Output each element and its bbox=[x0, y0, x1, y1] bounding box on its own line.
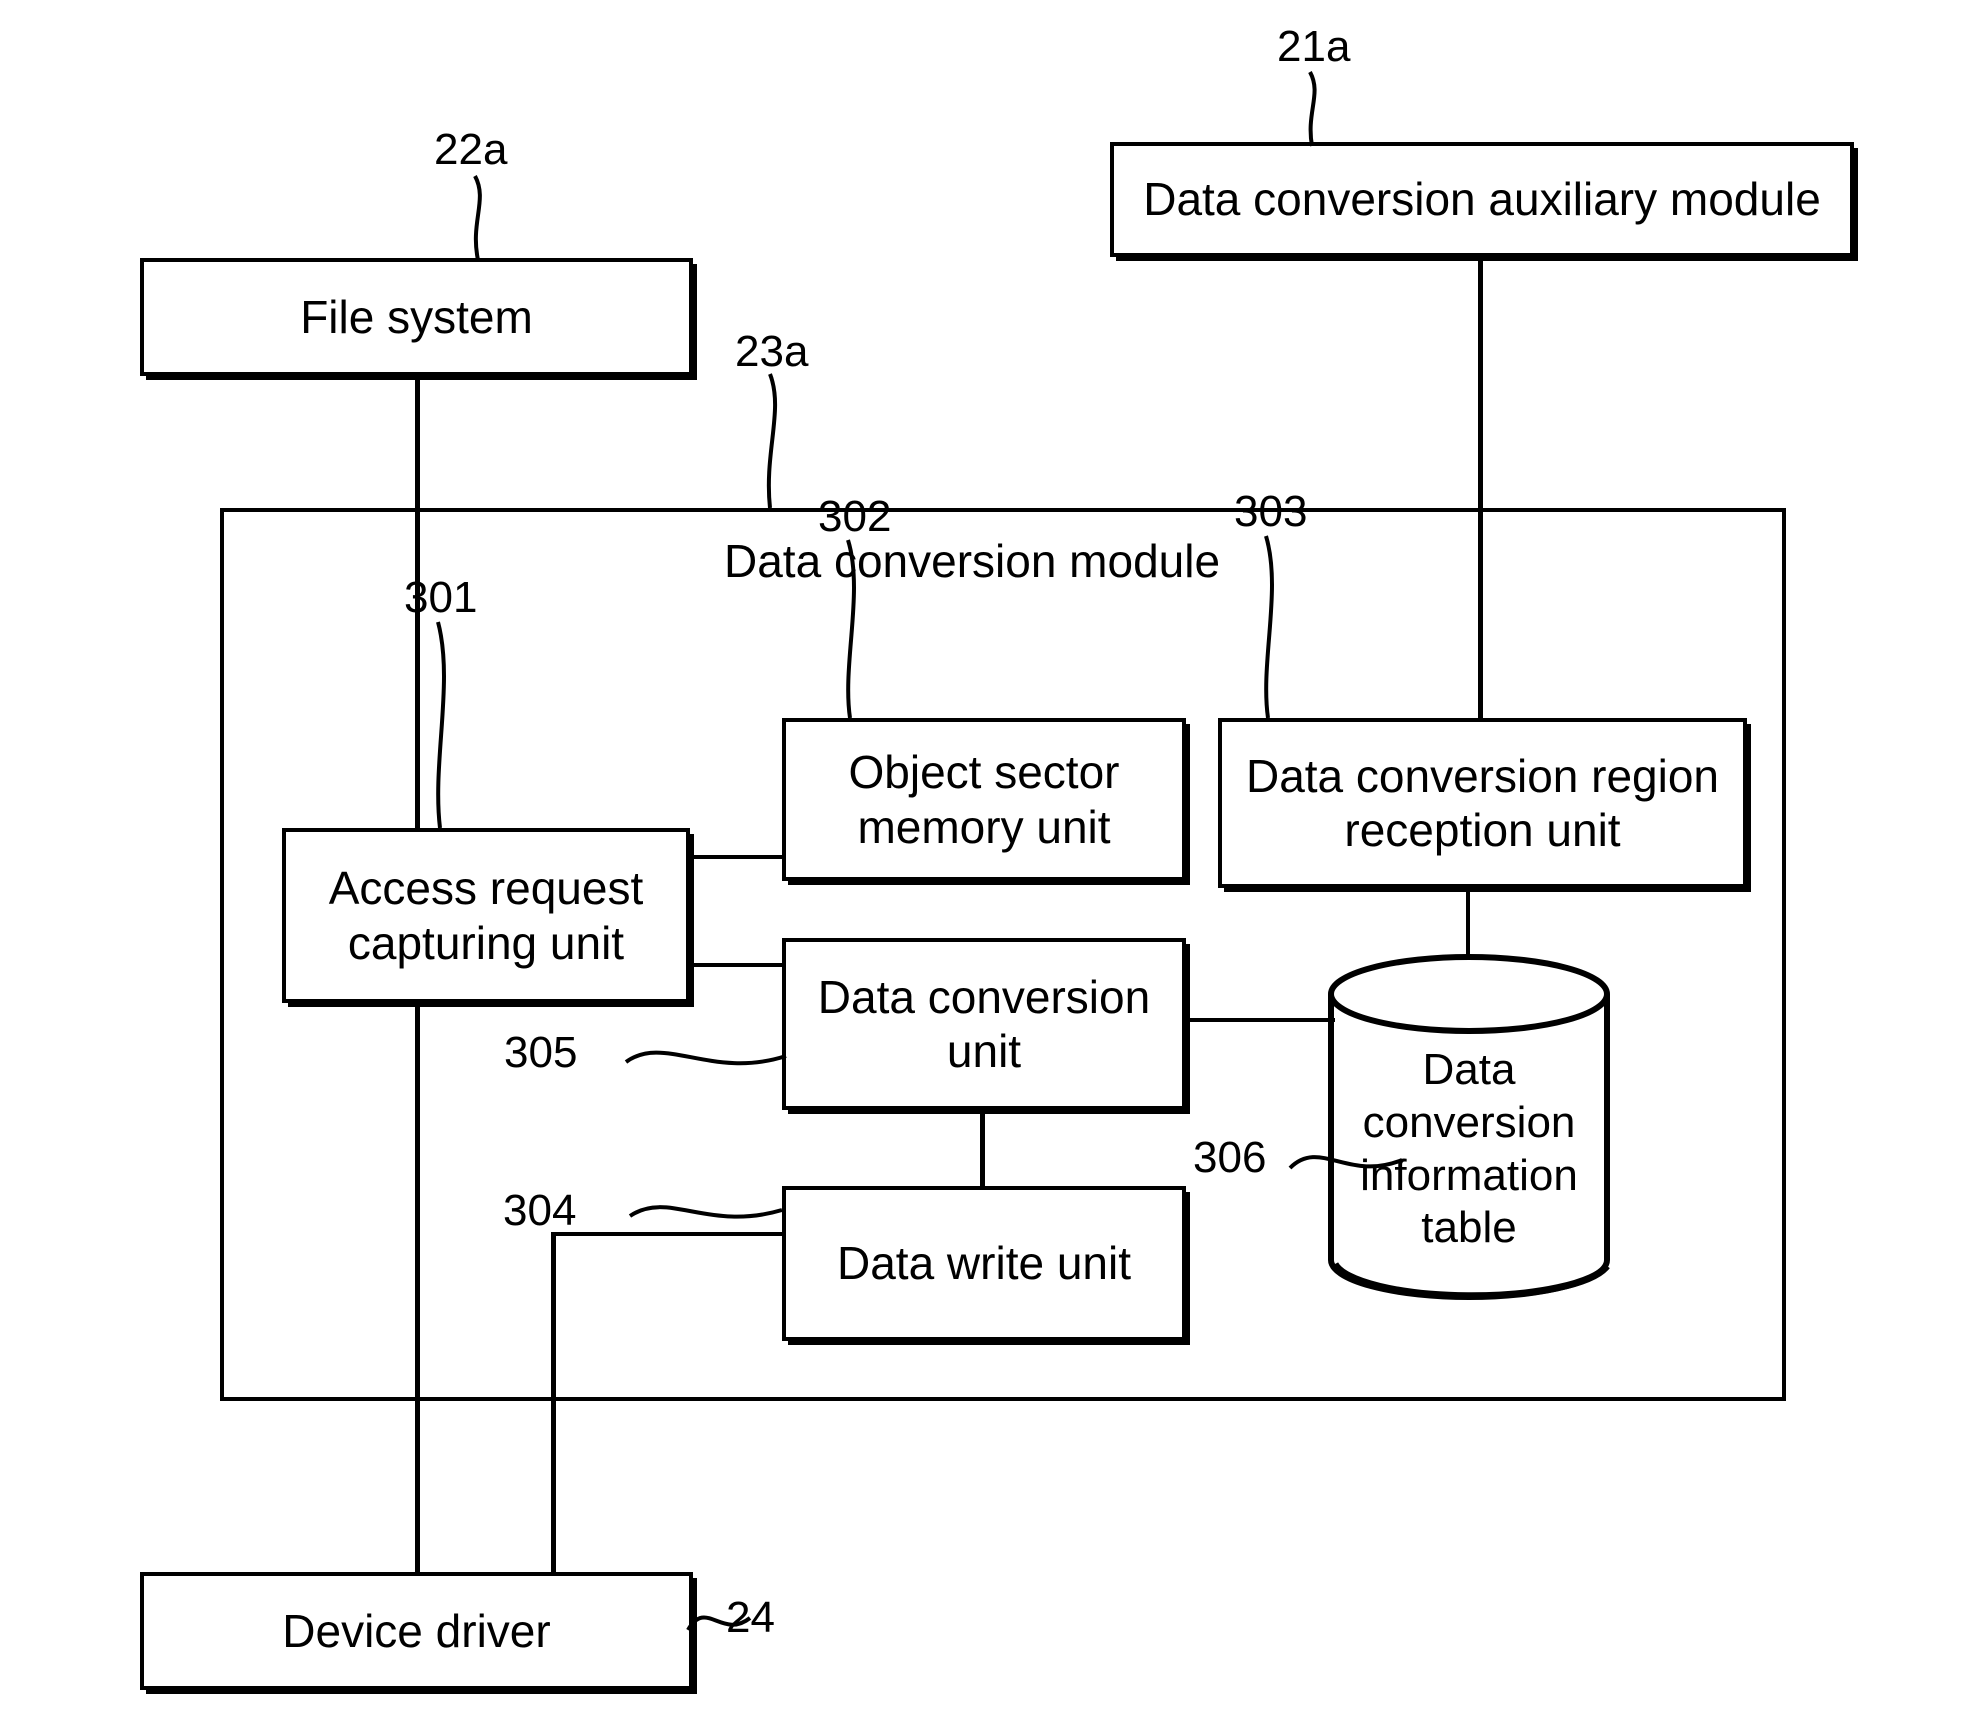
block-data-write-unit[interactable]: Data write unit bbox=[782, 1186, 1186, 1341]
block-object-sector-memory-unit[interactable]: Object sector memory unit bbox=[782, 718, 1186, 881]
ref-numeral-305: 305 bbox=[504, 1028, 578, 1077]
block-device-driver[interactable]: Device driver bbox=[140, 1572, 693, 1690]
block-label-access-request-capturing-unit: Access request capturing unit bbox=[328, 862, 644, 969]
connector-conversion-unit-to-write-unit bbox=[980, 1108, 985, 1188]
block-label-data-conversion-auxiliary-module: Data conversion auxiliary module bbox=[1143, 173, 1821, 226]
patent-figure-canvas: Data conversion module Data conversion a… bbox=[0, 0, 1977, 1712]
block-label-device-driver: Device driver bbox=[282, 1604, 551, 1657]
leader-line-304 bbox=[628, 1205, 783, 1219]
leader-line-24 bbox=[686, 1615, 752, 1632]
connector-conversion-unit-to-table bbox=[1183, 1018, 1335, 1022]
ref-numeral-302: 302 bbox=[818, 492, 892, 541]
block-data-conversion-region-reception-unit[interactable]: Data conversion region reception unit bbox=[1218, 718, 1747, 888]
connector-aux-module-to-reception-unit bbox=[1478, 256, 1483, 724]
leader-line-21a bbox=[1308, 71, 1317, 147]
leader-line-301 bbox=[436, 621, 446, 829]
block-data-conversion-information-table[interactable]: Data conversion information table bbox=[1326, 952, 1612, 1302]
leader-line-303 bbox=[1264, 535, 1274, 719]
leader-line-305 bbox=[624, 1050, 787, 1066]
block-access-request-capturing-unit[interactable]: Access request capturing unit bbox=[282, 828, 690, 1003]
leader-line-306 bbox=[1288, 1155, 1403, 1170]
block-label-data-conversion-unit: Data conversion unit bbox=[817, 970, 1151, 1077]
connector-capturing-to-object-sector bbox=[688, 855, 786, 859]
connector-capturing-to-conversion-unit bbox=[688, 963, 786, 967]
ref-numeral-21a: 21a bbox=[1277, 22, 1351, 71]
ref-numeral-303: 303 bbox=[1234, 487, 1308, 536]
block-label-data-write-unit: Data write unit bbox=[836, 1237, 1131, 1290]
block-label-file-system: File system bbox=[300, 290, 533, 343]
leader-line-23a bbox=[766, 373, 778, 509]
ref-numeral-22a: 22a bbox=[434, 125, 508, 174]
ref-numeral-23a: 23a bbox=[735, 327, 809, 376]
ref-numeral-301: 301 bbox=[404, 573, 478, 622]
block-label-data-conversion-region-reception-unit: Data conversion region reception unit bbox=[1245, 749, 1720, 856]
block-label-object-sector-memory-unit: Object sector memory unit bbox=[848, 746, 1120, 853]
leader-line-302 bbox=[846, 539, 856, 719]
block-file-system[interactable]: File system bbox=[140, 258, 693, 376]
data-conversion-module-title: Data conversion module bbox=[724, 535, 1221, 587]
block-data-conversion-unit[interactable]: Data conversion unit bbox=[782, 938, 1186, 1110]
leader-line-22a bbox=[473, 175, 482, 261]
block-data-conversion-auxiliary-module[interactable]: Data conversion auxiliary module bbox=[1110, 142, 1854, 257]
ref-numeral-304: 304 bbox=[503, 1186, 577, 1235]
connector-write-unit-vertical bbox=[551, 1232, 556, 1574]
ref-numeral-306: 306 bbox=[1193, 1133, 1267, 1182]
